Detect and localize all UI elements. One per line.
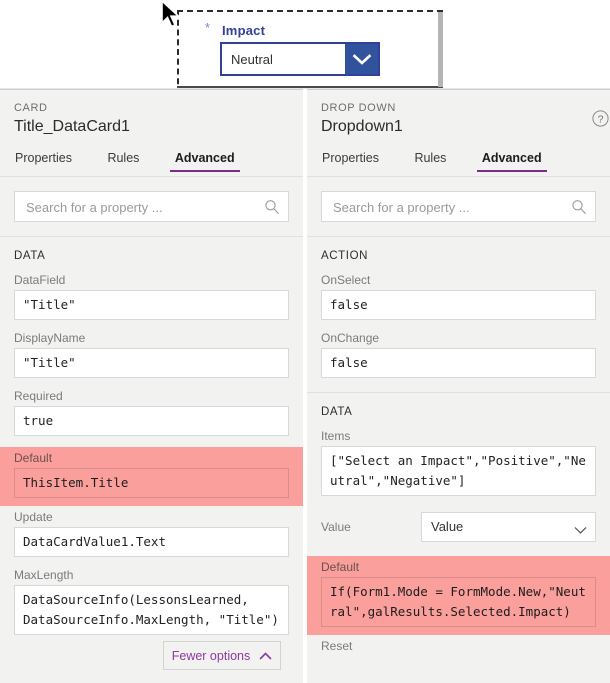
tab-properties[interactable]: Properties	[12, 151, 75, 165]
svg-text:?: ?	[598, 113, 604, 125]
property-default-highlighted: Default ThisItem.Title	[0, 447, 303, 506]
required-asterisk: *	[205, 20, 211, 35]
property-label: OnSelect	[321, 273, 371, 287]
dropdown-property-pane: DROP DOWN Dropdown1 ? Properties Rules A…	[307, 89, 610, 683]
tab-strip-underline	[307, 176, 610, 177]
card-property-pane: CARD Title_DataCard1 Properties Rules Ad…	[0, 89, 303, 683]
group-header-data: DATA	[14, 250, 46, 262]
property-label: Default	[321, 560, 360, 574]
field-label-impact: Impact	[222, 23, 266, 38]
app-canvas-preview: * Impact Neutral	[0, 0, 610, 89]
pane-kind-label: DROP DOWN	[321, 102, 396, 114]
property-label: DisplayName	[14, 331, 86, 345]
tab-advanced[interactable]: Advanced	[476, 151, 547, 172]
property-label: Reset	[321, 639, 353, 653]
property-required: Required true	[14, 389, 289, 436]
search-input[interactable]	[24, 192, 268, 223]
property-value-row: Value Value	[321, 512, 596, 542]
chevron-down-icon[interactable]	[345, 44, 378, 74]
property-panes: CARD Title_DataCard1 Properties Rules Ad…	[0, 89, 610, 683]
search-icon	[571, 199, 587, 215]
property-formula-input[interactable]: true	[14, 406, 289, 436]
search-property-box[interactable]	[321, 191, 596, 223]
fewer-options-button[interactable]: Fewer options	[163, 641, 281, 670]
property-formula-input[interactable]: "Title"	[14, 348, 289, 378]
property-label: OnChange	[321, 331, 380, 345]
property-label: DataField	[14, 273, 66, 287]
property-formula-input[interactable]: DataSourceInfo(LessonsLearned, DataSourc…	[14, 585, 289, 635]
property-onselect: OnSelect false	[321, 273, 596, 320]
impact-dropdown-value: Neutral	[231, 52, 273, 67]
property-formula-input[interactable]: "Title"	[14, 290, 289, 320]
mouse-pointer-icon	[160, 0, 182, 32]
search-property-box[interactable]	[14, 191, 289, 223]
tab-rules[interactable]: Rules	[411, 151, 449, 165]
pane-top-border	[0, 89, 303, 90]
tab-strip: Properties Rules Advanced	[0, 149, 303, 177]
group-header-data: DATA	[321, 406, 353, 418]
property-reset-partial: Reset	[321, 639, 596, 653]
property-label: Required	[14, 389, 63, 403]
fewer-options-label: Fewer options	[171, 648, 251, 663]
value-select-selected: Value	[431, 519, 464, 534]
chevron-down-icon	[574, 522, 587, 534]
property-formula-input[interactable]: false	[321, 348, 596, 378]
property-onchange: OnChange false	[321, 331, 596, 378]
tab-strip: Properties Rules Advanced	[307, 149, 610, 177]
property-label: Update	[14, 510, 53, 524]
chevron-up-icon	[259, 647, 272, 665]
value-select[interactable]: Value	[421, 512, 596, 542]
tab-rules[interactable]: Rules	[104, 151, 142, 165]
section-divider	[0, 236, 303, 237]
property-default-highlighted: Default If(Form1.Mode = FormMode.New,"Ne…	[307, 556, 610, 635]
property-items: Items ["Select an Impact","Positive","Ne…	[321, 429, 596, 496]
pane-kind-label: CARD	[14, 102, 48, 114]
property-label: Default	[14, 451, 53, 465]
property-displayname: DisplayName "Title"	[14, 331, 289, 378]
impact-dropdown[interactable]: Neutral	[220, 42, 380, 76]
search-input[interactable]	[331, 192, 575, 223]
property-formula-input[interactable]: DataCardValue1.Text	[14, 527, 289, 557]
pane-top-border	[307, 89, 610, 90]
canvas-scrollbar[interactable]	[438, 12, 443, 87]
property-formula-input[interactable]: ["Select an Impact","Positive","Neutral"…	[321, 446, 596, 496]
group-header-action: ACTION	[321, 250, 369, 262]
property-formula-input[interactable]: ThisItem.Title	[14, 468, 289, 498]
property-datafield: DataField "Title"	[14, 273, 289, 320]
tab-properties[interactable]: Properties	[319, 151, 382, 165]
tab-strip-underline	[0, 176, 303, 177]
property-label: Value	[321, 520, 351, 534]
page-title: Dropdown1	[321, 118, 403, 135]
property-formula-input[interactable]: If(Form1.Mode = FormMode.New,"Neutral",g…	[321, 577, 596, 627]
search-icon	[264, 199, 280, 215]
property-maxlength: MaxLength DataSourceInfo(LessonsLearned,…	[14, 568, 289, 635]
help-circle-icon[interactable]: ?	[592, 110, 609, 127]
property-label: MaxLength	[14, 568, 74, 582]
app-root: * Impact Neutral CARD Title_DataCard1 Pr…	[0, 0, 610, 683]
tab-advanced[interactable]: Advanced	[169, 151, 240, 172]
section-divider	[307, 236, 610, 237]
page-title: Title_DataCard1	[14, 118, 130, 135]
property-formula-input[interactable]: false	[321, 290, 596, 320]
property-update: Update DataCardValue1.Text	[14, 510, 289, 557]
section-divider	[307, 392, 610, 393]
property-label: Items	[321, 429, 351, 443]
